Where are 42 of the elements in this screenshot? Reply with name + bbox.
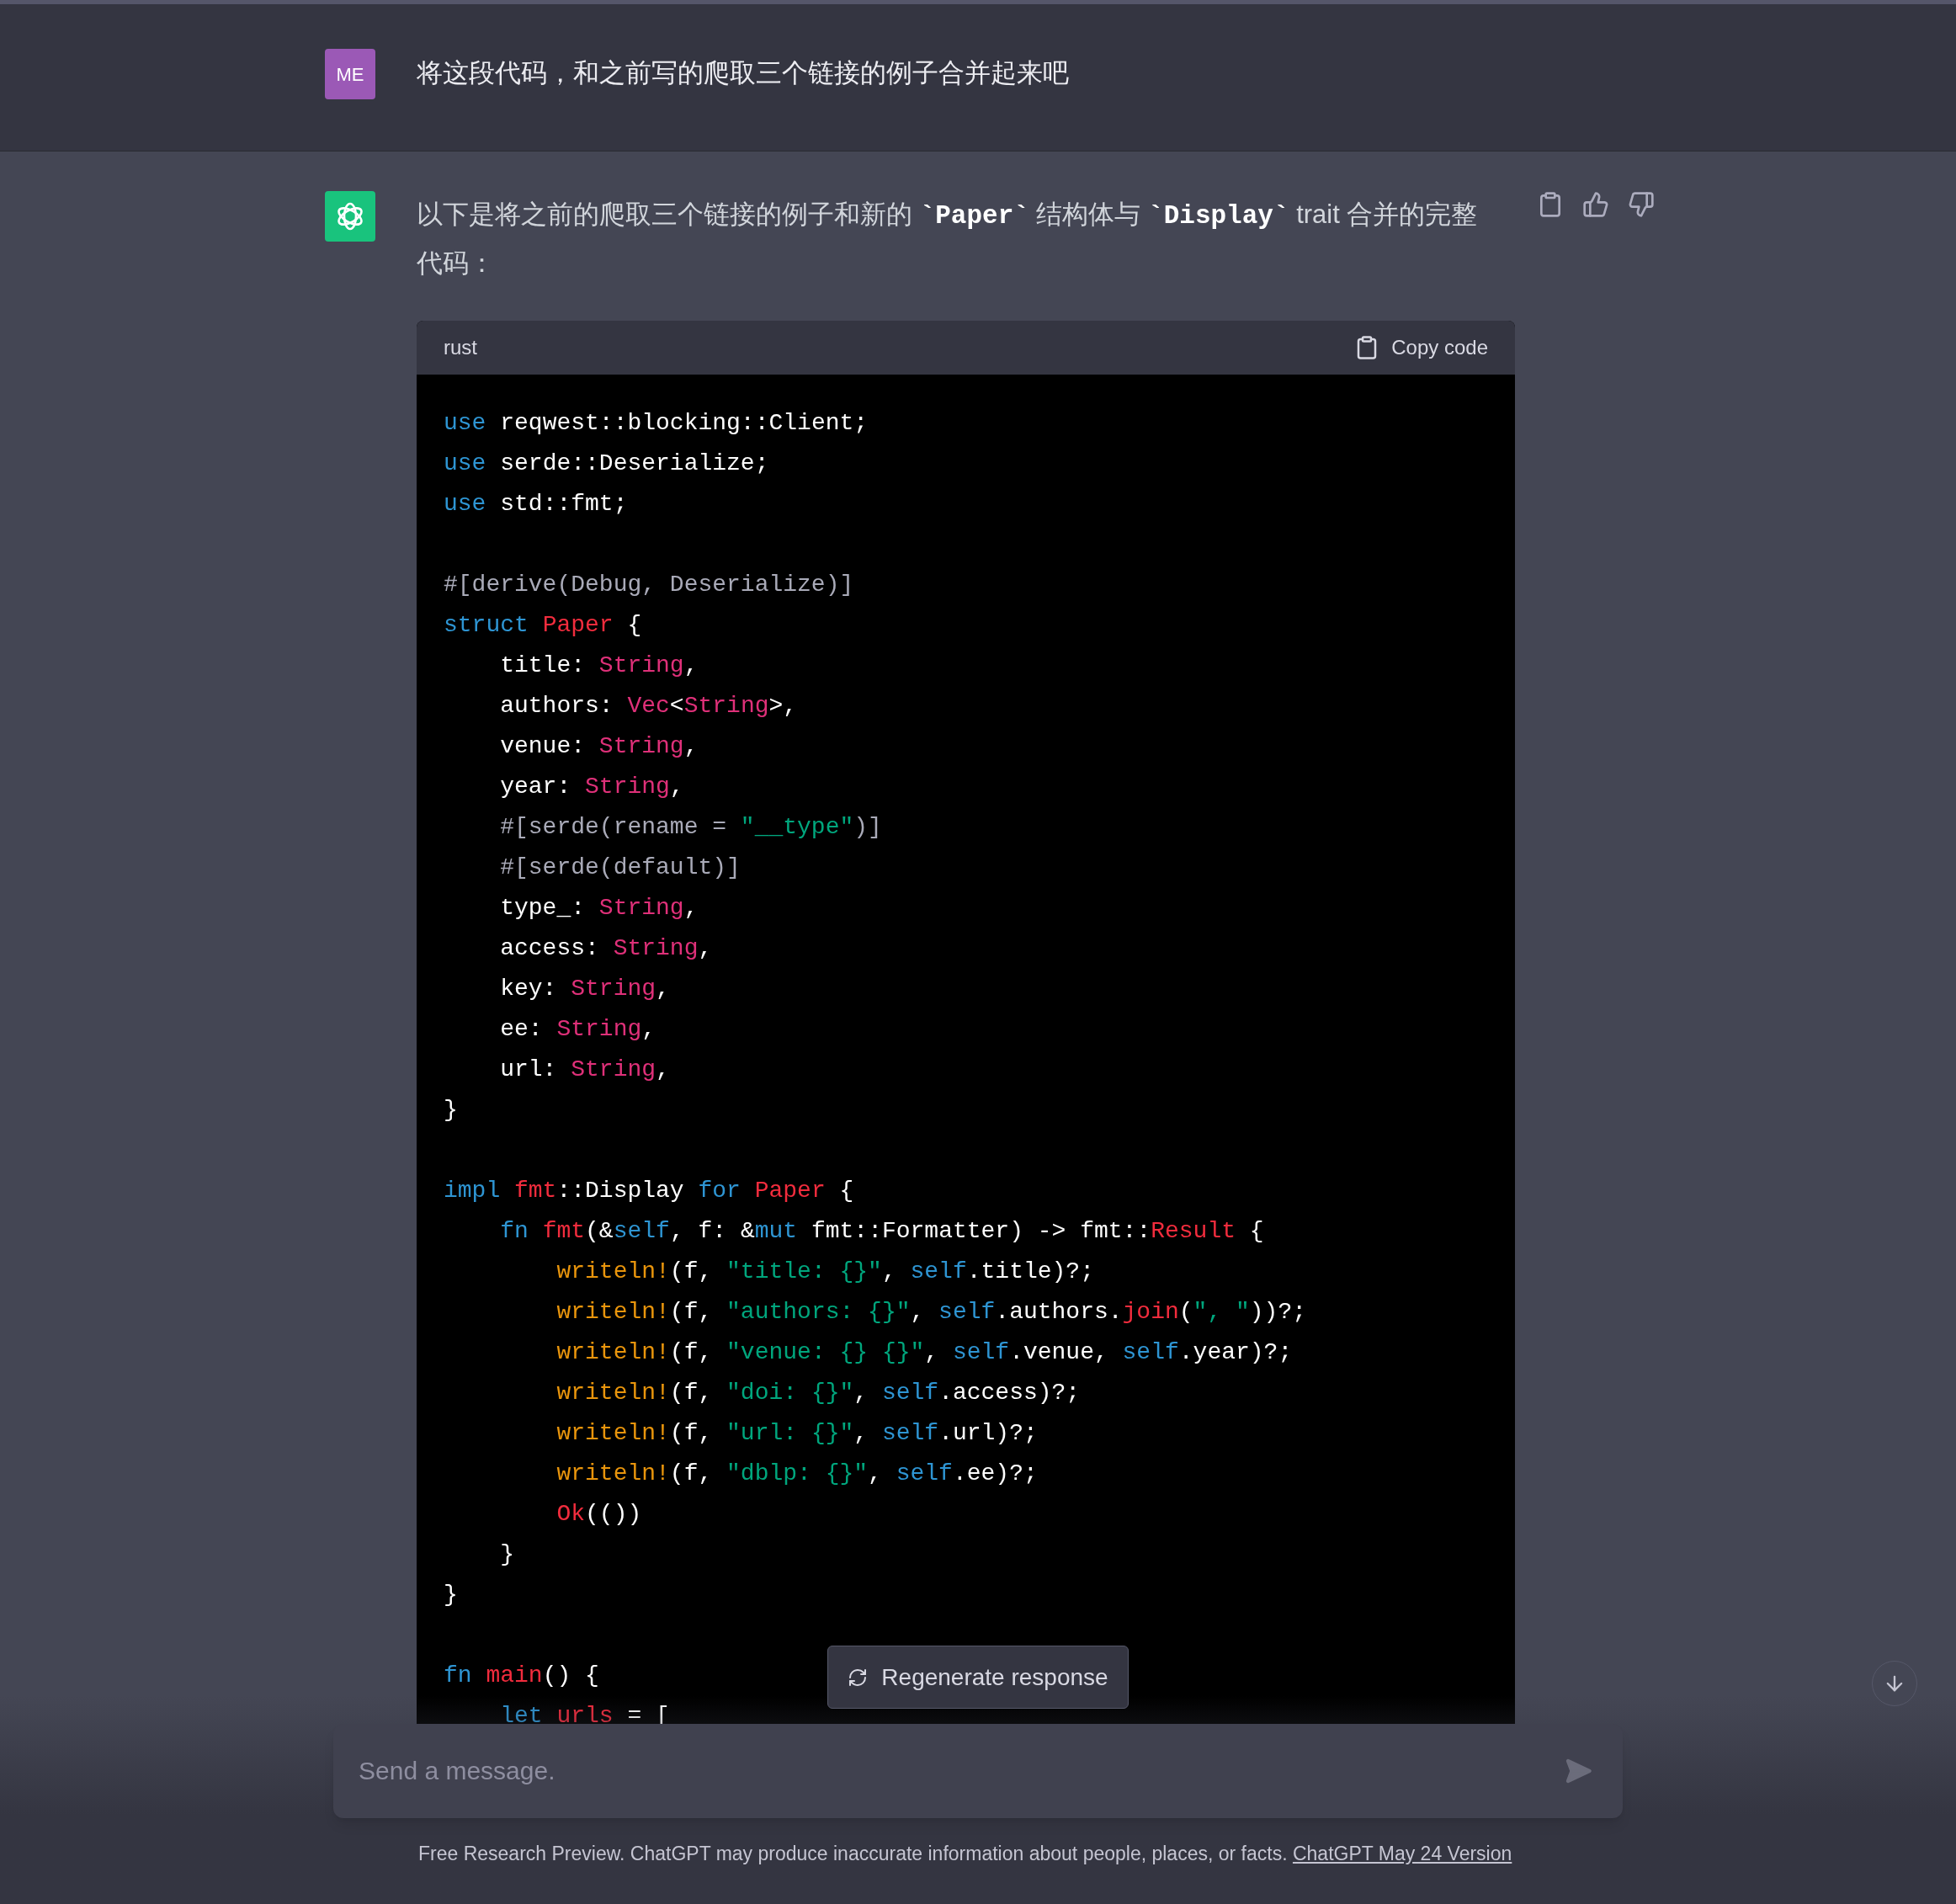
- code-line: writeln!(f, "doi: {}", self.access)?;: [555, 1379, 1081, 1407]
- version-link[interactable]: ChatGPT May 24 Version: [1292, 1843, 1512, 1864]
- code-line: title: String,: [499, 652, 699, 680]
- code-line: use std::fmt;: [444, 490, 628, 519]
- message-input[interactable]: Send a message.: [333, 1724, 1623, 1818]
- code-line: fn fmt(&self, f: &mut fmt::Formatter) -> fmt::Result {: [499, 1217, 1264, 1246]
- assistant-message: 以下是将之前的爬取三个链接的例子和新的 `Paper` 结构体与 `Display` trait 合并的完整代码：: [417, 199, 1479, 279]
- code-line: ee: String,: [499, 1015, 656, 1044]
- code-line: venue: String,: [499, 732, 699, 761]
- code-language: rust: [444, 335, 477, 360]
- user-avatar: ME: [325, 49, 375, 99]
- code-line: writeln!(f, "url: {}", self.url)?;: [555, 1419, 1038, 1448]
- copy-code-button[interactable]: Copy code: [1354, 332, 1488, 363]
- code-line: #[serde(default)]: [499, 854, 741, 882]
- code-line: Ok(()): [555, 1500, 642, 1529]
- code-line: #[serde(rename = "__type")]: [499, 813, 882, 842]
- code-line: url: String,: [499, 1056, 670, 1084]
- thumbs-down-icon[interactable]: [1628, 191, 1655, 218]
- code-line: use reqwest::blocking::Client;: [444, 409, 869, 438]
- code-line: fn main() {: [444, 1662, 599, 1690]
- code-line: writeln!(f, "dblp: {}", self.ee)?;: [555, 1460, 1038, 1488]
- code-line: authors: Vec<String>,: [499, 692, 798, 721]
- footer-disclaimer: Free Research Preview. ChatGPT may produce inaccurate information about people, places, or facts. ChatGPT May 24 Version: [418, 1842, 1512, 1866]
- code-line: writeln!(f, "authors: {}", self.authors.join(", "))?;: [555, 1298, 1307, 1327]
- regenerate-button[interactable]: Regenerate response: [827, 1646, 1129, 1709]
- code-line: #[derive(Debug, Deserialize)]: [444, 571, 854, 599]
- scroll-down-button[interactable]: [1872, 1661, 1917, 1706]
- code-line: writeln!(f, "venue: {} {}", self.venue, self.year)?;: [555, 1338, 1293, 1367]
- code-line: impl fmt::Display for Paper {: [444, 1177, 854, 1205]
- code-line: writeln!(f, "title: {}", self.title)?;: [555, 1258, 1094, 1286]
- code-line: year: String,: [499, 773, 684, 801]
- code-line: type_: String,: [499, 894, 699, 923]
- code-line: struct Paper {: [444, 611, 642, 640]
- code-line: }: [499, 1540, 514, 1569]
- code-line: }: [444, 1096, 458, 1125]
- thumbs-up-icon[interactable]: [1582, 191, 1609, 218]
- code-line: key: String,: [499, 975, 670, 1003]
- code-line: use serde::Deserialize;: [444, 449, 769, 478]
- user-message: 将这段代码，和之前写的爬取三个链接的例子合并起来吧: [417, 57, 1069, 89]
- refresh-icon: [848, 1667, 869, 1688]
- code-line: access: String,: [499, 934, 713, 963]
- code-line: }: [444, 1581, 458, 1609]
